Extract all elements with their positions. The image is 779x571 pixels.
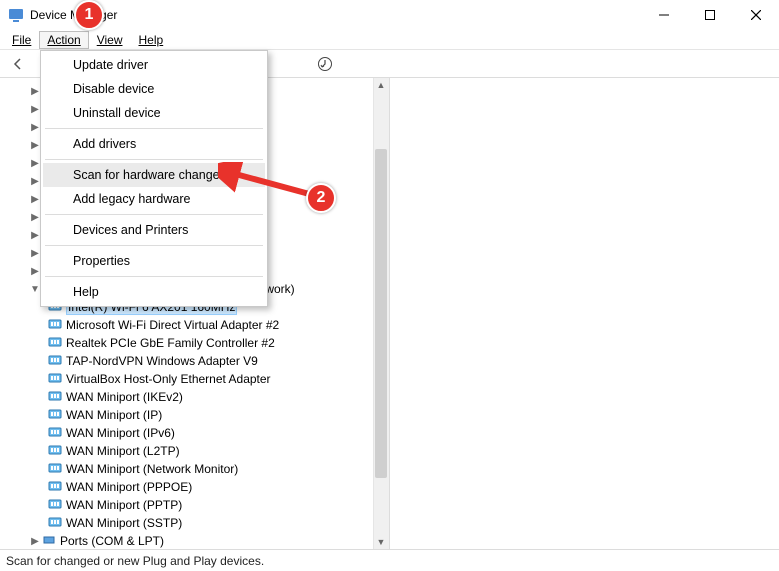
- app-icon: [8, 7, 24, 23]
- menu-separator: [45, 128, 263, 129]
- menu-add-drivers[interactable]: Add drivers: [43, 132, 265, 156]
- adapter-item[interactable]: WAN Miniport (IPv6): [48, 424, 389, 442]
- adapter-item[interactable]: WAN Miniport (IKEv2): [48, 388, 389, 406]
- adapter-label: TAP-NordVPN Windows Adapter V9: [66, 354, 258, 368]
- chevron-right-icon: ▶: [28, 536, 42, 547]
- adapter-label: WAN Miniport (L2TP): [66, 444, 180, 458]
- back-button[interactable]: [6, 52, 30, 76]
- adapter-item[interactable]: VirtualBox Host-Only Ethernet Adapter: [48, 370, 389, 388]
- adapter-item[interactable]: Realtek PCIe GbE Family Controller #2: [48, 334, 389, 352]
- menu-properties[interactable]: Properties: [43, 249, 265, 273]
- menu-uninstall-device[interactable]: Uninstall device: [43, 101, 265, 125]
- menu-disable-device[interactable]: Disable device: [43, 77, 265, 101]
- menu-view[interactable]: View: [89, 31, 131, 49]
- adapter-item[interactable]: WAN Miniport (IP): [48, 406, 389, 424]
- scroll-up-icon: ▲: [377, 78, 386, 92]
- adapter-label: VirtualBox Host-Only Ethernet Adapter: [66, 372, 271, 386]
- network-adapter-icon: [48, 479, 62, 496]
- network-adapter-icon: [48, 353, 62, 370]
- menu-bar: File Action View Help: [0, 30, 779, 50]
- close-button[interactable]: [733, 0, 779, 30]
- menu-separator: [45, 276, 263, 277]
- adapter-item[interactable]: WAN Miniport (L2TP): [48, 442, 389, 460]
- status-text: Scan for changed or new Plug and Play de…: [6, 554, 264, 568]
- menu-separator: [45, 214, 263, 215]
- network-adapter-icon: [48, 335, 62, 352]
- adapter-item[interactable]: WAN Miniport (PPPOE): [48, 478, 389, 496]
- adapter-label: WAN Miniport (PPPOE): [66, 480, 192, 494]
- annotation-callout-2: 2: [306, 183, 336, 213]
- network-adapter-icon: [48, 443, 62, 460]
- network-adapter-icon: [48, 371, 62, 388]
- adapter-label: Realtek PCIe GbE Family Controller #2: [66, 336, 275, 350]
- menu-help[interactable]: Help: [43, 280, 265, 304]
- scroll-down-icon: ▼: [377, 535, 386, 549]
- annotation-callout-1: 1: [74, 0, 104, 30]
- network-adapter-icon: [48, 461, 62, 478]
- menu-devices-printers[interactable]: Devices and Printers: [43, 218, 265, 242]
- adapter-item[interactable]: WAN Miniport (Network Monitor): [48, 460, 389, 478]
- network-adapter-icon: [48, 317, 62, 334]
- adapter-label: WAN Miniport (IP): [66, 408, 162, 422]
- adapter-item[interactable]: Microsoft Wi-Fi Direct Virtual Adapter #…: [48, 316, 389, 334]
- adapter-label: Microsoft Wi-Fi Direct Virtual Adapter #…: [66, 318, 279, 332]
- menu-separator: [45, 159, 263, 160]
- menu-help[interactable]: Help: [131, 31, 172, 49]
- adapter-label: WAN Miniport (SSTP): [66, 516, 182, 530]
- adapter-item[interactable]: WAN Miniport (PPTP): [48, 496, 389, 514]
- network-adapter-icon: [48, 497, 62, 514]
- vertical-scrollbar[interactable]: ▲ ▼: [373, 78, 389, 549]
- details-pane: [390, 78, 779, 549]
- menu-update-driver[interactable]: Update driver: [43, 53, 265, 77]
- status-bar: Scan for changed or new Plug and Play de…: [0, 549, 779, 571]
- adapter-label: WAN Miniport (PPTP): [66, 498, 182, 512]
- adapter-item[interactable]: TAP-NordVPN Windows Adapter V9: [48, 352, 389, 370]
- maximize-button[interactable]: [687, 0, 733, 30]
- title-bar: Device Manager: [0, 0, 779, 30]
- adapter-label: WAN Miniport (IPv6): [66, 426, 175, 440]
- scan-hardware-toolbar-button[interactable]: [313, 52, 337, 76]
- network-adapter-icon: [48, 389, 62, 406]
- menu-separator: [45, 245, 263, 246]
- scroll-thumb[interactable]: [375, 149, 387, 479]
- network-adapter-icon: [48, 407, 62, 424]
- adapter-label: WAN Miniport (Network Monitor): [66, 462, 238, 476]
- adapter-label: WAN Miniport (IKEv2): [66, 390, 183, 404]
- annotation-arrow: [218, 162, 318, 202]
- menu-action[interactable]: Action: [39, 31, 88, 49]
- minimize-button[interactable]: [641, 0, 687, 30]
- network-adapter-icon: [48, 515, 62, 532]
- menu-file[interactable]: File: [4, 31, 39, 49]
- ports-icon: [42, 533, 56, 550]
- network-adapter-icon: [48, 425, 62, 442]
- adapter-item[interactable]: WAN Miniport (SSTP): [48, 514, 389, 532]
- ports-node[interactable]: ▶ Ports (COM & LPT): [28, 532, 389, 549]
- ports-label: Ports (COM & LPT): [60, 534, 164, 548]
